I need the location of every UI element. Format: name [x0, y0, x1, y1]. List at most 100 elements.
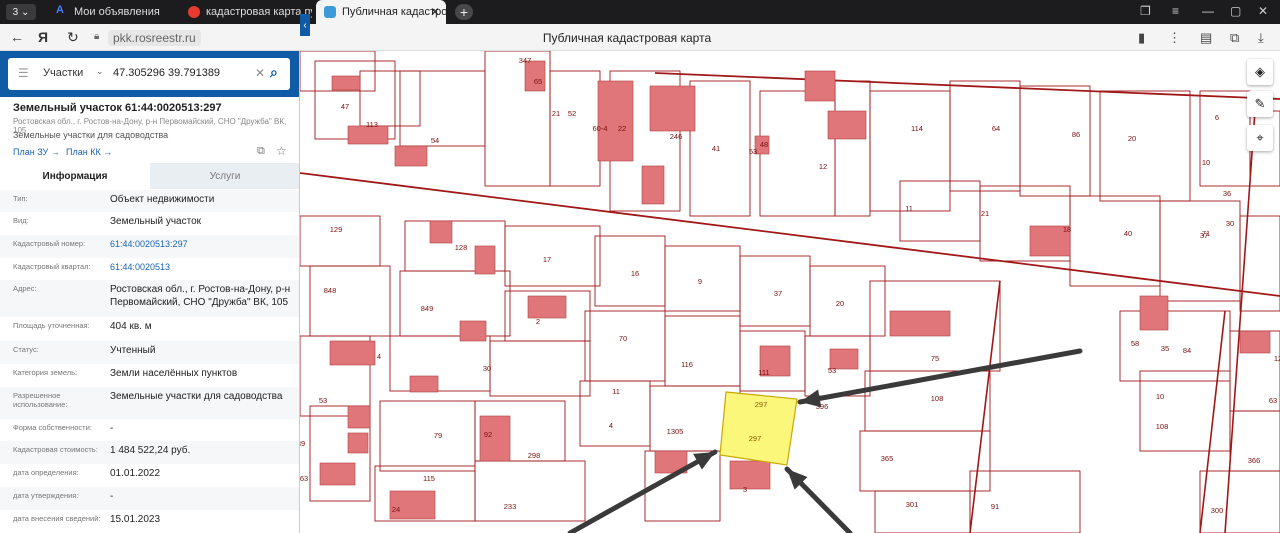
property-label: Адрес: — [13, 284, 37, 293]
locate-button[interactable]: ⌖ — [1247, 125, 1273, 151]
measure-button[interactable]: ✎ — [1247, 91, 1273, 117]
parcel-number: 111 — [758, 368, 769, 377]
property-row: Форма собственности: - — [0, 419, 299, 441]
property-row: дата внесения сведений: 15.01.2023 — [0, 510, 299, 532]
property-label: дата определения: — [13, 468, 79, 477]
parcel-number: 75 — [931, 354, 939, 363]
property-row: Вид: Земельный участок — [0, 212, 299, 235]
building — [527, 295, 567, 319]
property-value: Земельный участок — [110, 216, 202, 227]
property-label: Кадастровый квартал: — [13, 262, 91, 271]
more-icon[interactable]: ⋮ — [1168, 30, 1181, 46]
bookmark-icon[interactable]: ▮ — [1138, 30, 1145, 46]
tab-search[interactable]: кадастровая карта публи — [180, 0, 312, 24]
property-row: дата утверждения: - — [0, 487, 299, 510]
panel-tabs: Информация Услуги — [0, 163, 299, 189]
parcel-number: 37 — [774, 289, 782, 298]
tab-cadastral-map[interactable]: Публичная кадастровая ✕ — [316, 0, 446, 24]
search-bar: ☰ Участки ⌄ 47.305296 39.791389 ✕ ⌕ — [0, 51, 299, 97]
chevron-down-icon[interactable]: ⌄ — [96, 66, 104, 77]
property-value: 404 кв. м — [110, 321, 152, 332]
parcel-number: 849 — [421, 304, 434, 313]
map-canvas[interactable]: 473476521 521135460-4 2224641 534812114 6486… — [300, 51, 1280, 533]
block-boundary — [1199, 310, 1226, 533]
property-value[interactable]: 61:44:0020513:297 — [110, 238, 295, 251]
property-value: Объект недвижимости — [110, 194, 215, 205]
parcel-number: 22 — [618, 124, 626, 133]
tab-my-ads[interactable]: A Мои объявления — [48, 0, 176, 24]
plan-kk-link[interactable]: План КК → — [66, 147, 112, 157]
new-tab-button[interactable]: + — [455, 4, 473, 20]
url-box[interactable]: 🔒︎ pkk.rosreestr.ru Публичная кадастрова… — [92, 28, 1162, 47]
building — [394, 145, 428, 167]
property-value: 1 484 522,24 руб. — [110, 445, 191, 456]
property-row: Тип: Объект недвижимости — [0, 190, 299, 212]
parcel-number: 60-4 — [592, 124, 607, 133]
parcel-number: 12 — [1274, 354, 1280, 363]
minimize-icon[interactable]: — — [1202, 4, 1214, 18]
parcel-outline — [359, 70, 421, 127]
parcel-outline — [664, 315, 741, 387]
parcel-outline — [949, 80, 1021, 192]
parcel-number: 10 — [1156, 392, 1164, 401]
maximize-icon[interactable]: ▢ — [1230, 4, 1241, 18]
menu-icon[interactable]: ≡ — [1172, 4, 1179, 18]
parcel-number: 129 — [330, 225, 343, 234]
block-boundary — [654, 72, 1280, 100]
parcel-number: 18 — [1063, 225, 1071, 234]
parcel-outline — [759, 90, 836, 217]
chevron-left-icon: ‹ — [303, 19, 307, 31]
copy-icon[interactable]: ⧉ — [257, 145, 265, 158]
parcel-outline — [809, 265, 886, 337]
building — [347, 405, 371, 429]
parcel-number: 21 — [552, 109, 560, 118]
plan-zu-link[interactable]: План ЗУ → — [13, 147, 60, 157]
search-input[interactable]: 47.305296 39.791389 — [113, 67, 220, 79]
close-window-icon[interactable]: ✕ — [1258, 4, 1268, 18]
reader-icon[interactable]: ▤ — [1200, 30, 1212, 46]
tab-counter[interactable]: 3 ⌄ — [6, 4, 36, 20]
parcel-outline — [869, 90, 951, 212]
parcel-number: 6 — [1215, 113, 1219, 122]
building — [1239, 330, 1271, 354]
tab-information[interactable]: Информация — [0, 163, 150, 189]
property-value[interactable]: 61:44:0020513 — [110, 261, 295, 274]
search-category-select[interactable]: Участки — [43, 67, 83, 79]
property-row: Кадастровый номер: 61:44:0020513:297 — [0, 235, 299, 258]
parcel-outline — [504, 225, 601, 287]
layers-button[interactable]: ◈ — [1247, 59, 1273, 85]
building — [347, 432, 369, 454]
parcel-number: 128 — [455, 243, 468, 252]
parcel-outline — [969, 470, 1081, 533]
download-icon[interactable]: ⤓ — [1258, 30, 1264, 46]
parcel-number: 48 — [760, 140, 768, 149]
collections-icon[interactable]: ❐ — [1140, 4, 1151, 18]
parcel-number: 11 — [612, 387, 620, 396]
yandex-home-icon[interactable]: Я — [38, 29, 48, 45]
close-icon[interactable]: ✕ — [430, 5, 440, 19]
parcel-number: 347 — [519, 56, 532, 65]
building — [641, 165, 665, 205]
avito-icon: A — [56, 4, 68, 16]
parcel-number: 53 — [828, 366, 836, 375]
cadastral-map[interactable]: 47 347 65 21 52 113 54 60-4 22 246 41 53 48 12 114 64 86… — [300, 51, 1280, 533]
building — [459, 320, 487, 342]
collapse-panel-button[interactable]: ‹ — [300, 14, 310, 36]
star-icon[interactable]: ☆ — [276, 144, 287, 158]
parcel-outline — [834, 80, 871, 217]
parcel-number: 36 — [1223, 189, 1231, 198]
reload-icon[interactable]: ↻ — [67, 29, 79, 46]
search-icon[interactable]: ⌕ — [270, 64, 278, 81]
property-row: Статус: Учтенный — [0, 341, 299, 364]
building — [331, 75, 361, 91]
extensions-icon[interactable]: ⧉ — [1230, 30, 1239, 46]
building — [804, 70, 836, 102]
selected-parcel-number: 297 — [755, 400, 768, 409]
parcel-number: 86 — [1072, 130, 1080, 139]
tab-services[interactable]: Услуги — [150, 163, 299, 189]
clear-icon[interactable]: ✕ — [255, 66, 265, 80]
layers-icon: ◈ — [1255, 64, 1265, 79]
back-icon[interactable]: ← — [10, 29, 24, 45]
tab-label: кадастровая карта публи — [206, 6, 312, 18]
hamburger-icon[interactable]: ☰ — [18, 66, 29, 80]
